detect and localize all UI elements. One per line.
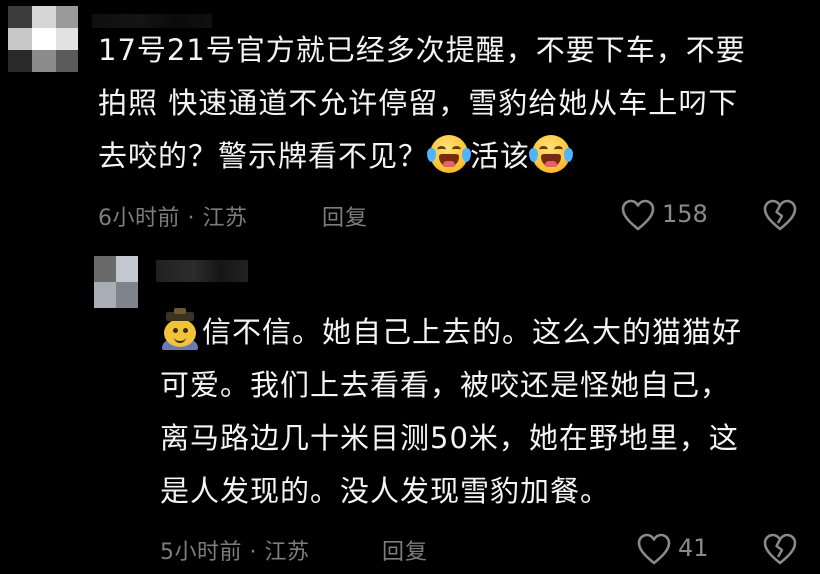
heart-icon[interactable] xyxy=(636,532,672,566)
comment-item: 17号21号官方就已经多次提醒，不要下车，不要 拍照 快速通道不允许停留，雪豹给… xyxy=(0,0,820,246)
avatar[interactable] xyxy=(8,6,78,72)
comment-text: 信不信。她自己上去的。这么大的猫猫好 可爱。我们上去看看，被咬还是怪她自己， 离… xyxy=(160,306,742,518)
comment-line: 去咬的？警示牌看不见？ 活该 xyxy=(98,130,746,183)
comment-meta: 6小时前 · 江苏 回复 158 xyxy=(0,196,820,236)
comment-line: 拍照 快速通道不允许停留，雪豹给她从车上叼下 xyxy=(98,86,739,120)
comment-line: 17号21号官方就已经多次提醒，不要下车，不要 xyxy=(98,33,746,67)
heart-icon[interactable] xyxy=(620,198,656,232)
graduate-sticker-icon xyxy=(160,308,200,350)
timestamp-location: 5小时前 · 江苏 xyxy=(160,540,310,565)
comment-line-text: 活该 xyxy=(470,139,531,173)
timestamp-location: 6小时前 · 江苏 xyxy=(98,206,248,231)
comment-line: 可爱。我们上去看看，被咬还是怪她自己， xyxy=(160,368,731,402)
comment-line: 离马路边几十米目测50米，她在野地里，这 xyxy=(160,421,739,455)
broken-heart-icon[interactable] xyxy=(762,198,798,232)
loudly-crying-face-icon xyxy=(529,135,574,173)
broken-heart-icon[interactable] xyxy=(762,532,798,566)
comment-line-text: 信不信。她自己上去的。这么大的猫猫好 xyxy=(202,315,743,349)
reply-button[interactable]: 回复 xyxy=(322,200,368,232)
comment-line: 是人发现的。没人发现雪豹加餐。 xyxy=(160,474,611,508)
comment-meta: 5小时前 · 江苏 回复 41 xyxy=(0,530,820,570)
like-count: 158 xyxy=(662,200,708,228)
reply-button[interactable]: 回复 xyxy=(382,534,428,566)
like-count: 41 xyxy=(678,534,709,562)
username-blurred[interactable] xyxy=(156,260,248,282)
comment-line: 信不信。她自己上去的。这么大的猫猫好 xyxy=(160,306,742,359)
loudly-crying-face-icon xyxy=(427,135,472,173)
comment-text: 17号21号官方就已经多次提醒，不要下车，不要 拍照 快速通道不允许停留，雪豹给… xyxy=(98,24,746,183)
avatar[interactable] xyxy=(94,256,138,308)
comment-line-text: 去咬的？警示牌看不见？ xyxy=(98,139,429,173)
comment-reply-item: 信不信。她自己上去的。这么大的猫猫好 可爱。我们上去看看，被咬还是怪她自己， 离… xyxy=(0,246,820,574)
